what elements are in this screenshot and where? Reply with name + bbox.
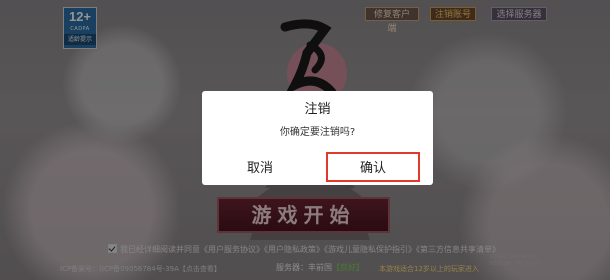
confirm-button[interactable]: 确认 <box>326 152 420 182</box>
game-screen: 12+ CADPA 适龄提示 修复客户端 注销账号 选择服务器 游戏开始 我已经… <box>0 0 610 280</box>
logout-dialog: 注销 你确定要注销吗? 取消 确认 <box>202 91 433 185</box>
dialog-title: 注销 <box>304 102 331 117</box>
dialog-message: 你确定要注销吗? <box>279 127 356 138</box>
cancel-button[interactable]: 取消 <box>214 157 306 181</box>
